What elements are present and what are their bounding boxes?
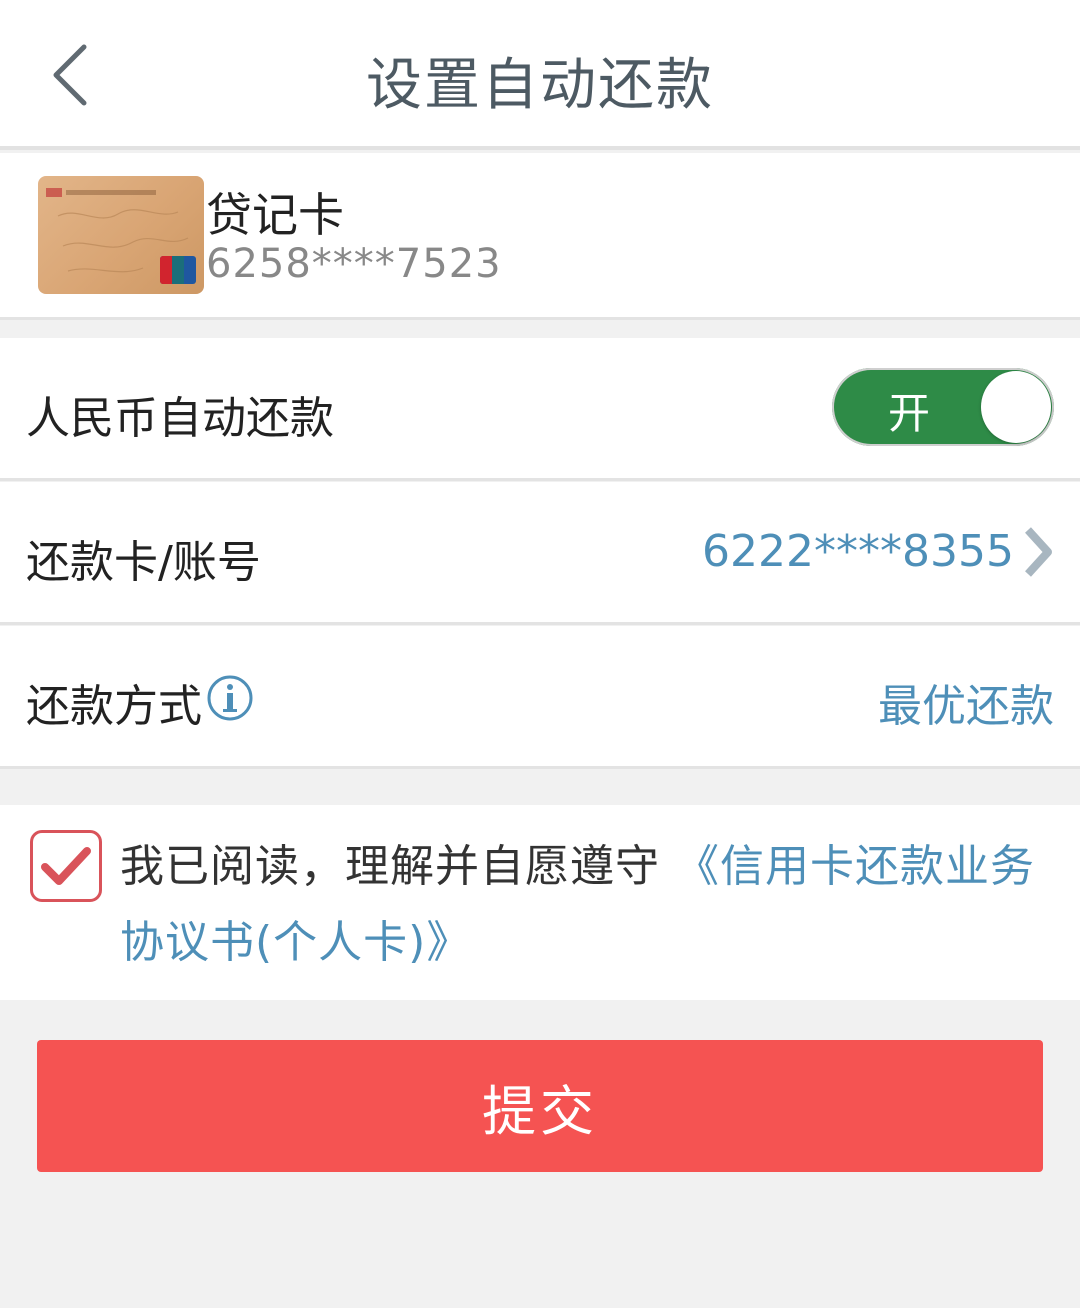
repay-method-label: 还款方式 <box>26 681 202 732</box>
toggle-knob <box>981 371 1051 443</box>
repay-method-row[interactable]: 还款方式 最优还款 <box>0 626 1080 769</box>
checkmark-icon <box>41 847 91 885</box>
submit-label: 提交 <box>482 1079 598 1143</box>
agreement-section: 我已阅读，理解并自愿遵守 《信用卡还款业务协议书(个人卡)》 <box>0 805 1080 1000</box>
page-title: 设置自动还款 <box>366 53 714 118</box>
repay-card-value: 6222****8355 <box>702 526 1014 577</box>
card-number: 6258****7523 <box>206 241 502 287</box>
auto-repay-toggle[interactable]: 开 <box>832 368 1054 446</box>
info-icon[interactable] <box>206 674 254 722</box>
credit-card-image <box>38 176 204 294</box>
agreement-text: 我已阅读，理解并自愿遵守 《信用卡还款业务协议书(个人卡)》 <box>120 829 1060 981</box>
repay-card-row[interactable]: 还款卡/账号 6222****8355 <box>0 482 1080 625</box>
card-name: 贷记卡 <box>206 188 344 242</box>
header-bar: 设置自动还款 <box>0 0 1080 150</box>
rmb-auto-repay-row: 人民币自动还款 开 <box>0 338 1080 481</box>
repay-method-value: 最优还款 <box>878 681 1054 732</box>
card-info: 贷记卡 6258****7523 <box>0 153 1080 320</box>
rmb-auto-repay-label: 人民币自动还款 <box>26 393 334 444</box>
repay-card-label: 还款卡/账号 <box>26 537 261 588</box>
toggle-on-label: 开 <box>888 389 931 438</box>
agreement-statement: 我已阅读，理解并自愿遵守 <box>120 841 660 892</box>
chevron-right-icon <box>1025 527 1052 577</box>
submit-button[interactable]: 提交 <box>37 1040 1043 1172</box>
agreement-checkbox[interactable] <box>30 830 102 902</box>
